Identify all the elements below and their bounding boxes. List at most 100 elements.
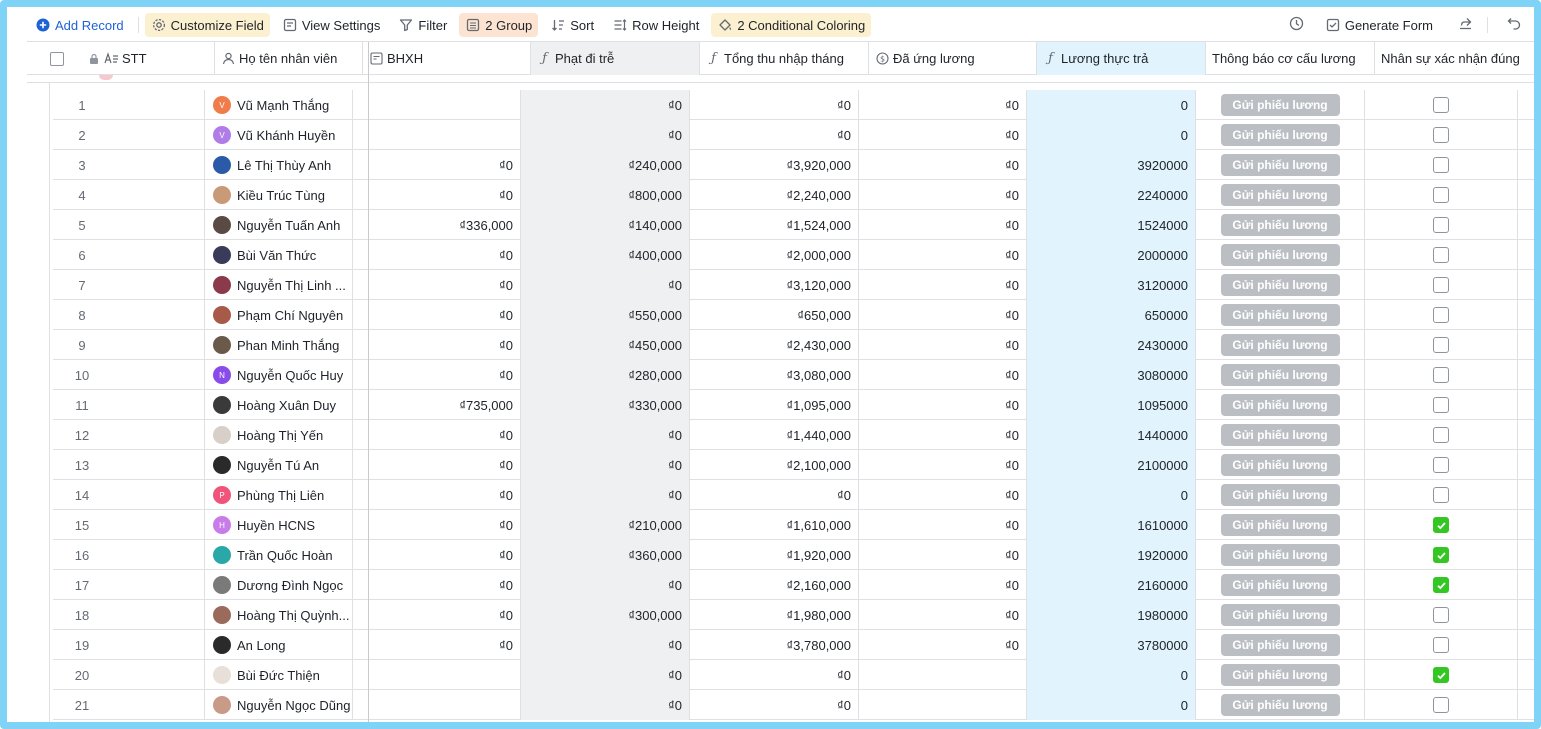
confirm-checkbox[interactable] bbox=[1433, 637, 1449, 653]
header-name[interactable]: Họ tên nhân viên bbox=[215, 42, 363, 75]
cell-stt[interactable]: 10 bbox=[53, 360, 205, 390]
send-payslip-button[interactable]: Gửi phiếu lương bbox=[1220, 694, 1340, 716]
cell-daung[interactable]: ₫0 bbox=[859, 420, 1027, 450]
confirm-checkbox[interactable] bbox=[1433, 517, 1449, 533]
cell-phat[interactable]: ₫240,000 bbox=[521, 150, 690, 180]
header-xacnhan[interactable]: Nhân sự xác nhận đúng bbox=[1375, 42, 1534, 75]
cell-luong[interactable]: 0 bbox=[1027, 90, 1196, 120]
cell-stt[interactable]: 11 bbox=[53, 390, 205, 420]
table-row[interactable]: 12 Hoàng Thị Yến ₫0 ₫0 ₫1,440,000 ₫0 1440000 Gử… bbox=[53, 420, 1534, 450]
table-row[interactable]: 3 Lê Thị Thùy Anh ₫0 ₫240,000 ₫3,920,000 ₫0 39… bbox=[53, 150, 1534, 180]
cell-bhxh[interactable]: ₫0 bbox=[353, 420, 521, 450]
cell-luong[interactable]: 2160000 bbox=[1027, 570, 1196, 600]
cell-name[interactable]: Phạm Chí Nguyên bbox=[205, 300, 353, 330]
cell-luong[interactable]: 1440000 bbox=[1027, 420, 1196, 450]
cell-tong[interactable]: ₫1,920,000 bbox=[690, 540, 859, 570]
send-payslip-button[interactable]: Gửi phiếu lương bbox=[1220, 484, 1340, 506]
send-payslip-button[interactable]: Gửi phiếu lương bbox=[1220, 334, 1340, 356]
cell-name[interactable]: Phan Minh Thắng bbox=[205, 330, 353, 360]
table-row[interactable]: 20 Bùi Đức Thiện ₫0 ₫0 0 Gửi phiếu lương bbox=[53, 660, 1534, 690]
cell-luong[interactable]: 1610000 bbox=[1027, 510, 1196, 540]
cell-stt[interactable]: 1 bbox=[53, 90, 205, 120]
cell-tong[interactable]: ₫650,000 bbox=[690, 300, 859, 330]
filter-button[interactable]: Filter bbox=[392, 13, 453, 37]
cell-phat[interactable]: ₫0 bbox=[521, 120, 690, 150]
cell-bhxh[interactable]: ₫0 bbox=[353, 150, 521, 180]
cell-daung[interactable]: ₫0 bbox=[859, 210, 1027, 240]
cell-phat[interactable]: ₫0 bbox=[521, 570, 690, 600]
table-row[interactable]: 7 Nguyễn Thị Linh ... ₫0 ₫0 ₫3,120,000 ₫0 3120… bbox=[53, 270, 1534, 300]
cell-tong[interactable]: ₫1,440,000 bbox=[690, 420, 859, 450]
confirm-checkbox[interactable] bbox=[1433, 277, 1449, 293]
group-button[interactable]: 2 Group bbox=[459, 13, 539, 37]
cell-tong[interactable]: ₫0 bbox=[690, 90, 859, 120]
cell-tong[interactable]: ₫3,780,000 bbox=[690, 630, 859, 660]
row-height-button[interactable]: Row Height bbox=[606, 13, 705, 37]
header-luong[interactable]: ƒ Lương thực trả bbox=[1037, 42, 1206, 75]
cell-tong[interactable]: ₫1,980,000 bbox=[690, 600, 859, 630]
cell-daung[interactable] bbox=[859, 660, 1027, 690]
cell-name[interactable]: V Vũ Mạnh Thắng bbox=[205, 90, 353, 120]
cell-bhxh[interactable]: ₫0 bbox=[353, 270, 521, 300]
cell-phat[interactable]: ₫400,000 bbox=[521, 240, 690, 270]
cell-luong[interactable]: 3780000 bbox=[1027, 630, 1196, 660]
history-button[interactable] bbox=[1283, 13, 1311, 37]
confirm-checkbox[interactable] bbox=[1433, 97, 1449, 113]
cell-tong[interactable]: ₫2,160,000 bbox=[690, 570, 859, 600]
cell-name[interactable]: H Huyền HCNS bbox=[205, 510, 353, 540]
cell-stt[interactable]: 17 bbox=[53, 570, 205, 600]
cell-name[interactable]: Bùi Văn Thức bbox=[205, 240, 353, 270]
cell-phat[interactable]: ₫450,000 bbox=[521, 330, 690, 360]
table-row[interactable]: 19 An Long ₫0 ₫0 ₫3,780,000 ₫0 3780000 Gửi phiế… bbox=[53, 630, 1534, 660]
send-payslip-button[interactable]: Gửi phiếu lương bbox=[1220, 304, 1340, 326]
cell-bhxh[interactable] bbox=[353, 660, 521, 690]
cell-stt[interactable]: 5 bbox=[53, 210, 205, 240]
send-payslip-button[interactable]: Gửi phiếu lương bbox=[1220, 214, 1340, 236]
cell-luong[interactable]: 1524000 bbox=[1027, 210, 1196, 240]
cell-daung[interactable]: ₫0 bbox=[859, 390, 1027, 420]
cell-stt[interactable]: 19 bbox=[53, 630, 205, 660]
send-payslip-button[interactable]: Gửi phiếu lương bbox=[1220, 154, 1340, 176]
cell-stt[interactable]: 13 bbox=[53, 450, 205, 480]
cell-name[interactable]: Nguyễn Ngọc Dũng bbox=[205, 690, 353, 720]
cell-daung[interactable]: ₫0 bbox=[859, 150, 1027, 180]
cell-tong[interactable]: ₫0 bbox=[690, 690, 859, 720]
confirm-checkbox[interactable] bbox=[1433, 667, 1449, 683]
cell-bhxh[interactable]: ₫0 bbox=[353, 240, 521, 270]
cell-bhxh[interactable]: ₫0 bbox=[353, 600, 521, 630]
cell-luong[interactable]: 2000000 bbox=[1027, 240, 1196, 270]
cell-tong[interactable]: ₫1,610,000 bbox=[690, 510, 859, 540]
undo-button[interactable] bbox=[1500, 13, 1528, 37]
cell-bhxh[interactable]: ₫0 bbox=[353, 630, 521, 660]
cell-tong[interactable]: ₫2,100,000 bbox=[690, 450, 859, 480]
table-row[interactable]: 11 Hoàng Xuân Duy ₫735,000 ₫330,000 ₫1,095,0… bbox=[53, 390, 1534, 420]
send-payslip-button[interactable]: Gửi phiếu lương bbox=[1220, 574, 1340, 596]
cell-name[interactable]: Hoàng Xuân Duy bbox=[205, 390, 353, 420]
header-stt[interactable]: STT bbox=[27, 42, 215, 75]
cell-phat[interactable]: ₫0 bbox=[521, 660, 690, 690]
confirm-checkbox[interactable] bbox=[1433, 397, 1449, 413]
cell-daung[interactable]: ₫0 bbox=[859, 600, 1027, 630]
table-row[interactable]: 8 Phạm Chí Nguyên ₫0 ₫550,000 ₫650,000 ₫0 6500… bbox=[53, 300, 1534, 330]
confirm-checkbox[interactable] bbox=[1433, 127, 1449, 143]
cell-phat[interactable]: ₫330,000 bbox=[521, 390, 690, 420]
table-row[interactable]: 1 V Vũ Mạnh Thắng ₫0 ₫0 ₫0 0 Gửi phiếu lương bbox=[53, 90, 1534, 120]
cell-bhxh[interactable] bbox=[353, 120, 521, 150]
sort-button[interactable]: Sort bbox=[544, 13, 600, 37]
select-all-checkbox[interactable] bbox=[50, 51, 64, 66]
cell-luong[interactable]: 0 bbox=[1027, 120, 1196, 150]
cell-phat[interactable]: ₫0 bbox=[521, 270, 690, 300]
cell-daung[interactable]: ₫0 bbox=[859, 540, 1027, 570]
cell-daung[interactable]: ₫0 bbox=[859, 630, 1027, 660]
cell-phat[interactable]: ₫800,000 bbox=[521, 180, 690, 210]
cell-name[interactable]: Trần Quốc Hoàn bbox=[205, 540, 353, 570]
cell-tong[interactable]: ₫2,000,000 bbox=[690, 240, 859, 270]
send-payslip-button[interactable]: Gửi phiếu lương bbox=[1220, 664, 1340, 686]
cell-phat[interactable]: ₫0 bbox=[521, 630, 690, 660]
cell-name[interactable]: Hoàng Thị Quỳnh... bbox=[205, 600, 353, 630]
cell-phat[interactable]: ₫0 bbox=[521, 90, 690, 120]
cell-phat[interactable]: ₫300,000 bbox=[521, 600, 690, 630]
table-row[interactable]: 6 Bùi Văn Thức ₫0 ₫400,000 ₫2,000,000 ₫0 20000… bbox=[53, 240, 1534, 270]
generate-form-button[interactable]: Generate Form bbox=[1319, 13, 1439, 37]
cell-phat[interactable]: ₫210,000 bbox=[521, 510, 690, 540]
